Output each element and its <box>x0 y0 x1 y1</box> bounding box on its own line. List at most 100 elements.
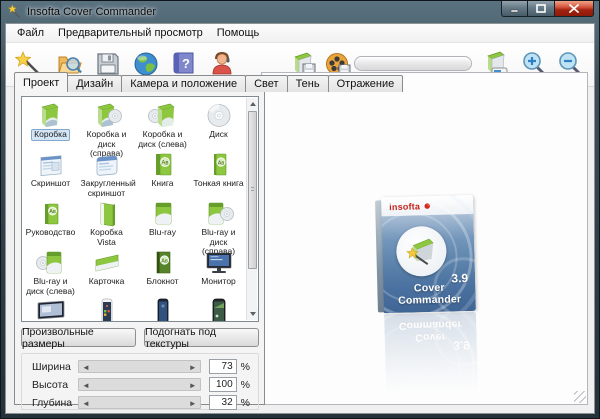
scrollbar-thumb[interactable] <box>248 111 257 269</box>
template-item[interactable]: Диск <box>191 102 246 151</box>
template-item[interactable] <box>135 298 190 321</box>
template-item[interactable]: Закругленный скриншот <box>79 151 136 200</box>
menu-item-preview[interactable]: Предварительный просмотр <box>51 25 210 41</box>
app-icon <box>8 5 20 18</box>
tab-design[interactable]: Дизайн <box>67 75 123 92</box>
preview-panel: insofta 3.9 Cover Commander <box>261 72 588 405</box>
template-item[interactable] <box>191 298 246 321</box>
box-front: insofta 3.9 Cover Commander <box>380 194 476 314</box>
scroll-up-arrow-icon[interactable] <box>247 98 258 110</box>
template-item[interactable] <box>79 298 134 321</box>
template-item[interactable]: Blu-ray <box>135 200 190 249</box>
bluraydr-icon <box>204 200 234 227</box>
depth-value-input[interactable] <box>208 395 237 410</box>
vertical-scrollbar[interactable] <box>246 98 258 320</box>
slider-right-arrow-icon[interactable]: ► <box>189 399 197 408</box>
screenshotr-icon <box>92 151 122 178</box>
depth-slider[interactable]: ◄ ► <box>78 396 201 409</box>
boxdiscr-icon <box>92 102 122 129</box>
template-item[interactable]: Скриншот <box>23 151 78 200</box>
tab-light[interactable]: Свет <box>245 75 288 92</box>
template-item[interactable]: Ав Тонкая книга <box>191 151 246 200</box>
template-item-label: Закругленный скриншот <box>80 178 136 198</box>
template-item[interactable]: Карточка <box>79 249 134 298</box>
tab-camera[interactable]: Камера и положение <box>121 75 247 92</box>
titlebar[interactable]: Insofta Cover Commander <box>1 1 599 23</box>
slider-left-arrow-icon[interactable]: ◄ <box>82 381 90 390</box>
template-item[interactable]: Коробка и диск (слева) <box>135 102 190 151</box>
svg-text:Ав: Ав <box>161 258 168 264</box>
menu-item-file[interactable]: Файл <box>10 25 51 41</box>
template-item[interactable] <box>23 298 78 321</box>
window-title: Insofta Cover Commander <box>27 6 156 18</box>
template-item-label: Коробка <box>31 129 70 141</box>
notebook-icon: Ав <box>148 249 178 276</box>
template-item[interactable]: Ав Книга <box>135 151 190 200</box>
template-item[interactable]: Монитор <box>191 249 246 298</box>
slider-left-arrow-icon[interactable]: ◄ <box>82 363 90 372</box>
depth-unit: % <box>240 396 250 409</box>
tab-reflection[interactable]: Отражение <box>327 75 404 92</box>
width-unit: % <box>240 360 250 373</box>
book-icon: Ав <box>148 151 178 178</box>
template-item[interactable]: Коробка и диск (справа) <box>79 102 134 158</box>
close-button[interactable] <box>554 1 594 17</box>
render-progress-bar <box>354 56 472 71</box>
box-icon <box>36 102 66 129</box>
template-item-label: Блокнот <box>146 276 179 286</box>
template-item-label: Карточка <box>88 276 125 286</box>
template-item-label: Руководство <box>25 227 76 237</box>
height-slider[interactable]: ◄ ► <box>78 378 201 391</box>
scroll-down-arrow-icon[interactable] <box>247 308 258 320</box>
slider-right-arrow-icon[interactable]: ► <box>189 381 197 390</box>
project-tab-page: Коробка Коробка и диск (справа) Коробка и … <box>14 91 265 410</box>
template-list[interactable]: Коробка Коробка и диск (справа) Коробка и … <box>21 96 259 322</box>
template-item[interactable]: Blu-ray и диск (справа) <box>191 200 246 256</box>
template-item[interactable]: Ав Руководство <box>23 200 78 249</box>
maximize-button[interactable] <box>528 1 554 17</box>
svg-text:Ав: Ав <box>49 209 56 215</box>
template-item[interactable]: Ав Блокнот <box>135 249 190 298</box>
iphone-icon <box>92 298 122 321</box>
card-icon <box>92 249 122 276</box>
monitor-icon <box>204 249 234 276</box>
custom-sizes-button[interactable]: Произвольные размеры <box>21 326 136 350</box>
manual-icon: Ав <box>36 200 66 227</box>
template-item[interactable]: Коробка Vista <box>79 200 134 249</box>
resize-grip[interactable] <box>574 391 586 403</box>
minimize-button[interactable] <box>501 1 528 17</box>
svg-text:Ав: Ав <box>161 161 168 167</box>
slider-left-arrow-icon[interactable]: ◄ <box>82 399 90 408</box>
template-item-label: Монитор <box>201 276 236 286</box>
height-label: Высота <box>32 378 69 391</box>
menubar: Файл Предварительный просмотр Помощь <box>6 24 594 43</box>
slider-right-arrow-icon[interactable]: ► <box>189 363 197 372</box>
tv-icon <box>36 298 66 321</box>
template-item-label: Blu-ray и диск (слева) <box>26 276 75 296</box>
boxdiscl-icon <box>147 102 178 129</box>
tab-project[interactable]: Проект <box>14 72 69 92</box>
width-label: Ширина <box>32 360 71 373</box>
dimensions-group: Ширина ◄ ► % Высота ◄ ► % <box>21 353 259 410</box>
width-value-input[interactable] <box>208 359 237 374</box>
template-item[interactable]: Blu-ray и диск (слева) <box>23 249 78 298</box>
template-item-label: Коробка и диск (слева) <box>138 129 187 149</box>
template-grid: Коробка Коробка и диск (справа) Коробка и … <box>23 102 246 321</box>
fit-textures-button[interactable]: Подогнать под текстуры <box>144 326 259 350</box>
screenshot-icon <box>36 151 66 178</box>
template-item-label: Диск <box>209 129 228 139</box>
tab-shadow[interactable]: Тень <box>286 75 329 92</box>
tabstrip: Проект Дизайн Камера и положение Свет Тень От… <box>14 72 404 92</box>
reflection-fade <box>376 310 490 404</box>
template-item-label: Коробка Vista <box>90 227 123 247</box>
height-value-input[interactable] <box>208 377 237 392</box>
template-item-label: Скриншот <box>30 178 71 188</box>
client-area: Файл Предварительный просмотр Помощь ? Про… <box>5 23 595 414</box>
width-slider[interactable]: ◄ ► <box>78 360 201 373</box>
template-item-label: Blu-ray <box>149 227 176 237</box>
svg-text:?: ? <box>182 56 190 71</box>
product-text: Cover Commander <box>397 281 462 307</box>
template-item[interactable]: Коробка <box>23 102 78 151</box>
menu-item-help[interactable]: Помощь <box>210 25 267 41</box>
phonedark-icon <box>148 298 178 321</box>
